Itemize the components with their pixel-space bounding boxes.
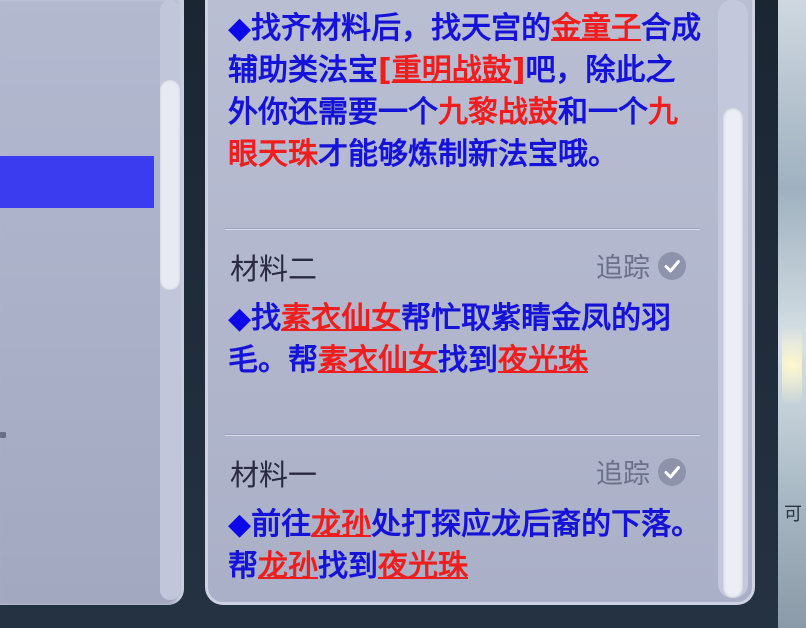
bullet-icon: ◆	[228, 11, 252, 46]
item-link-yeguangzhu-2[interactable]: 夜光珠	[378, 549, 468, 584]
npc-link-suyi-xiannv-2[interactable]: 素衣仙女	[318, 343, 438, 378]
check-circle-icon	[658, 457, 686, 486]
check-circle-icon	[658, 251, 686, 280]
section-divider	[225, 434, 700, 436]
track-label: 追踪	[596, 253, 650, 284]
quest-screen: ◆找齐材料后，找天宫的金童子合成辅助类法宝[重明战鼓]吧，除此之外你还需要一个九…	[0, 0, 806, 628]
list-marker	[0, 432, 6, 438]
material-2-description: ◆找素衣仙女帮忙取紫睛金凤的羽毛。帮素衣仙女找到夜光珠	[228, 301, 672, 378]
section-divider	[225, 228, 700, 230]
track-label: 追踪	[596, 459, 650, 490]
npc-link-longsun-2[interactable]: 龙孙	[258, 549, 318, 584]
scene-text-fragment: 可	[784, 504, 802, 525]
npc-link-longsun[interactable]: 龙孙	[311, 507, 371, 542]
bullet-icon: ◆	[228, 507, 252, 542]
game-scene-edge: 可	[778, 0, 806, 628]
bullet-icon: ◆	[228, 301, 252, 336]
material-1-description: ◆前往龙孙处打探应龙后裔的下落。帮龙孙找到夜光珠	[228, 507, 702, 584]
quest-list-panel	[0, 0, 184, 605]
npc-link-jintongzi[interactable]: 金童子	[551, 11, 641, 46]
detail-scrollbar-thumb[interactable]	[723, 108, 743, 598]
item-link-jiuli-zhangu[interactable]: 九黎战鼓	[438, 95, 558, 130]
scene-light	[782, 310, 802, 420]
quest-list-scrollbar-thumb[interactable]	[160, 80, 180, 290]
quest-summary-text: ◆找齐材料后，找天宫的金童子合成辅助类法宝[重明战鼓]吧，除此之外你还需要一个九…	[228, 11, 702, 172]
section-title-material-1: 材料一	[230, 458, 318, 492]
quest-list-selected-item[interactable]	[0, 156, 154, 208]
item-link-zhongming-zhangu[interactable]: 重明战鼓	[392, 53, 512, 88]
section-title-material-2: 材料二	[230, 252, 318, 286]
track-toggle-material-2[interactable]: 追踪	[596, 246, 686, 285]
npc-link-suyi-xiannv[interactable]: 素衣仙女	[281, 301, 401, 336]
track-toggle-material-1[interactable]: 追踪	[596, 452, 686, 491]
item-link-yeguangzhu[interactable]: 夜光珠	[498, 343, 588, 378]
